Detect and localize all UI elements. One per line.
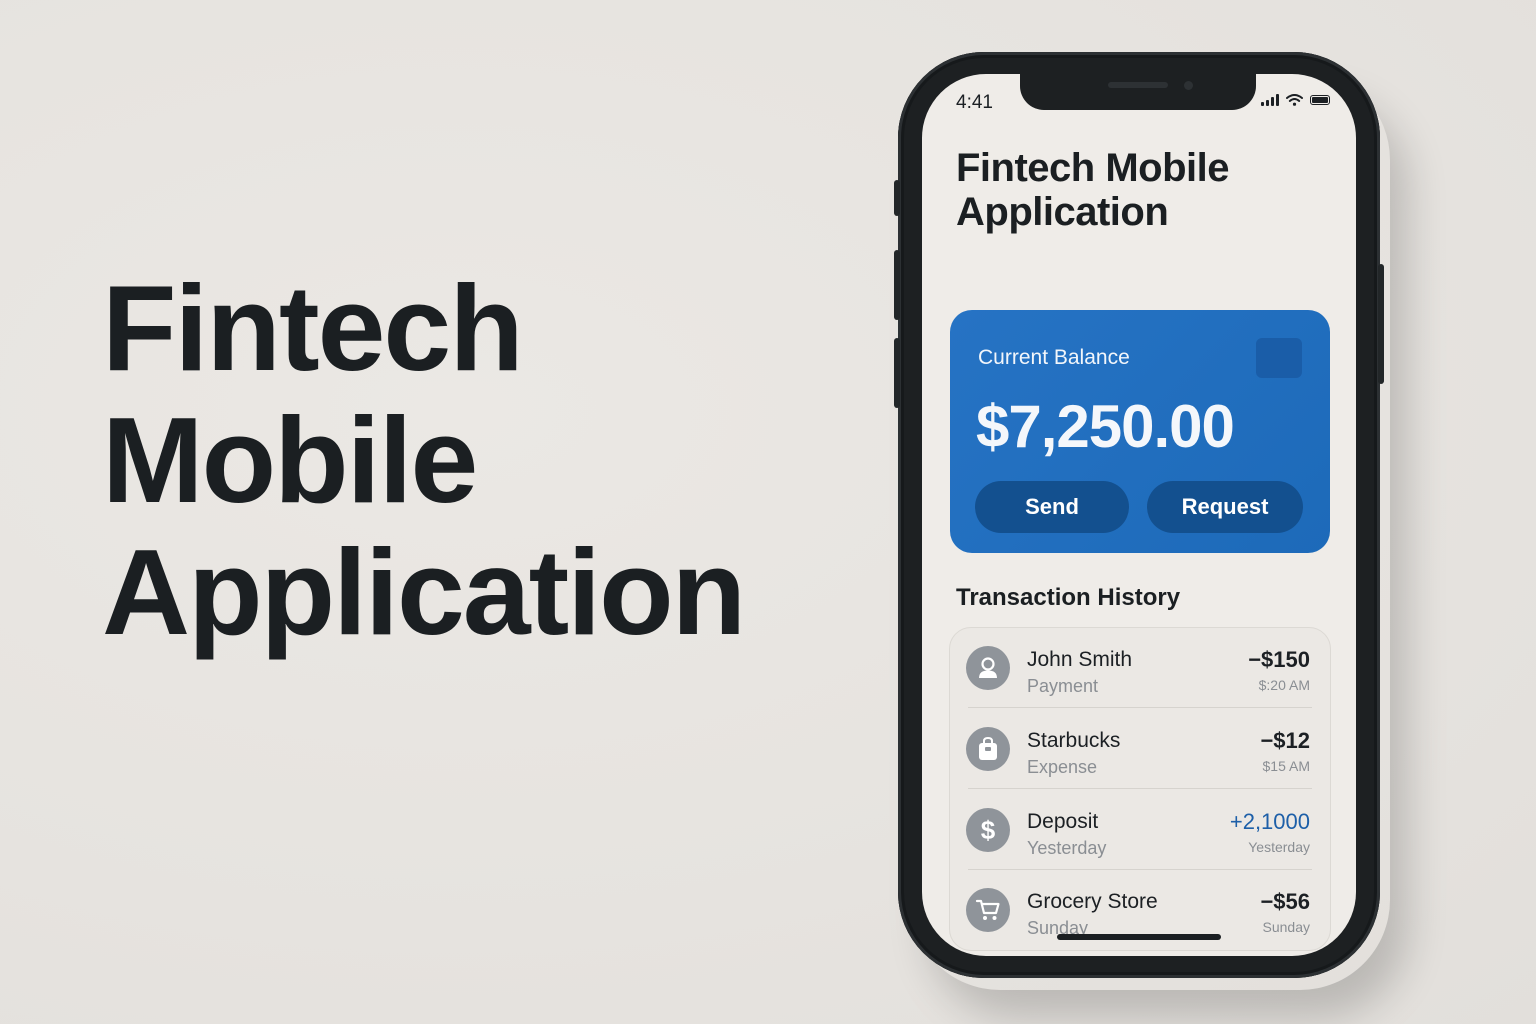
transaction-name: John Smith [1027, 648, 1133, 671]
battery-icon [1310, 95, 1330, 105]
app-title-line: Application [956, 190, 1169, 234]
phone-frame: 4:41 Fintech Mobile Application Current … [894, 52, 1384, 978]
transaction-type: Payment [1027, 676, 1099, 696]
transaction-list: John Smith Payment −$150 $:20 AM Starbuc… [949, 627, 1331, 951]
transaction-amount: −$12 [1260, 728, 1310, 753]
transaction-name: Starbucks [1027, 729, 1121, 752]
transaction-row[interactable]: $ Deposit Yesterday +2,1000 Yesterday [950, 790, 1330, 870]
transaction-amount: +2,1000 [1229, 809, 1310, 834]
status-icons [1261, 94, 1330, 106]
hero-title-line: Fintech [102, 260, 524, 396]
transaction-time: Yesterday [1248, 839, 1310, 855]
front-camera [1184, 81, 1193, 90]
transaction-row[interactable]: Starbucks Expense −$12 $15 AM [950, 709, 1330, 789]
balance-label: Current Balance [978, 346, 1130, 369]
card-chip-icon [1256, 338, 1302, 378]
home-indicator[interactable] [1057, 934, 1221, 940]
transaction-amount: −$56 [1260, 889, 1310, 914]
cart-icon [966, 888, 1010, 932]
balance-amount: $7,250.00 [976, 393, 1235, 460]
shopping-bag-icon [966, 727, 1010, 771]
transaction-type: Expense [1027, 757, 1098, 777]
transaction-name: Grocery Store [1027, 890, 1158, 913]
power-button [1378, 264, 1384, 384]
divider [968, 707, 1312, 708]
wifi-icon [1286, 94, 1303, 106]
transaction-time: $15 AM [1262, 758, 1310, 774]
divider [968, 788, 1312, 789]
app-title: Fintech Mobile Application [956, 146, 1230, 234]
hero-title-line: Application [102, 524, 746, 660]
balance-card: Current Balance $7,250.00 Send Request [950, 310, 1330, 553]
hero-title-line: Mobile [102, 392, 478, 528]
phone-screen: 4:41 Fintech Mobile Application Current … [922, 74, 1356, 956]
silent-switch [894, 180, 900, 216]
transaction-type: Yesterday [1027, 838, 1107, 858]
status-time: 4:41 [956, 92, 993, 113]
dollar-icon: $ [966, 808, 1010, 852]
transaction-name: Deposit [1027, 810, 1099, 833]
hero-title: Fintech Mobile Application [102, 260, 746, 660]
transaction-time: $:20 AM [1258, 677, 1310, 693]
app-title-line: Fintech Mobile [956, 146, 1230, 190]
volume-down-button [894, 338, 900, 408]
transaction-time: Sunday [1262, 919, 1310, 935]
notch [1020, 74, 1256, 110]
speaker-grille [1108, 82, 1168, 88]
user-icon [966, 646, 1010, 690]
transaction-row[interactable]: John Smith Payment −$150 $:20 AM [950, 628, 1330, 708]
transaction-history-title: Transaction History [956, 584, 1181, 611]
transaction-amount: −$150 [1248, 647, 1310, 672]
request-button[interactable]: Request [1147, 481, 1303, 533]
send-button[interactable]: Send [975, 481, 1129, 533]
signal-icon [1261, 94, 1279, 106]
volume-up-button [894, 250, 900, 320]
